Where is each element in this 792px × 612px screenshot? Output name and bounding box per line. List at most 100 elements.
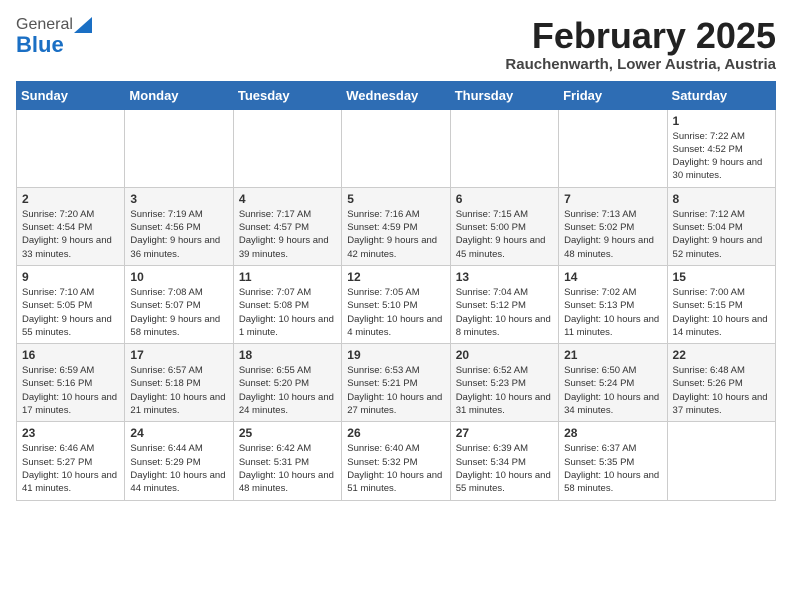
day-number: 8 (673, 192, 770, 206)
day-number: 27 (456, 426, 553, 440)
col-thursday: Thursday (450, 81, 558, 109)
day-info: Sunrise: 6:52 AMSunset: 5:23 PMDaylight:… (456, 364, 553, 417)
calendar-table: Sunday Monday Tuesday Wednesday Thursday… (16, 81, 776, 501)
day-number: 10 (130, 270, 227, 284)
day-number: 23 (22, 426, 119, 440)
logo-blue-text: Blue (16, 32, 64, 58)
table-row: 7 Sunrise: 7:13 AMSunset: 5:02 PMDaylight… (559, 187, 667, 265)
day-number: 20 (456, 348, 553, 362)
table-row: 3 Sunrise: 7:19 AMSunset: 4:56 PMDaylight… (125, 187, 233, 265)
table-row: 2 Sunrise: 7:20 AMSunset: 4:54 PMDaylight… (17, 187, 125, 265)
table-row: 8 Sunrise: 7:12 AMSunset: 5:04 PMDaylight… (667, 187, 775, 265)
logo-icon (74, 17, 92, 33)
day-number: 22 (673, 348, 770, 362)
table-row (342, 109, 450, 187)
day-info: Sunrise: 7:19 AMSunset: 4:56 PMDaylight:… (130, 208, 227, 261)
table-row (233, 109, 341, 187)
day-number: 7 (564, 192, 661, 206)
col-saturday: Saturday (667, 81, 775, 109)
day-number: 24 (130, 426, 227, 440)
day-info: Sunrise: 7:00 AMSunset: 5:15 PMDaylight:… (673, 286, 770, 339)
calendar-week-1: 1Sunrise: 7:22 AMSunset: 4:52 PMDaylight… (17, 109, 776, 187)
day-info: Sunrise: 7:08 AMSunset: 5:07 PMDaylight:… (130, 286, 227, 339)
calendar-week-2: 2 Sunrise: 7:20 AMSunset: 4:54 PMDaylight… (17, 187, 776, 265)
day-number: 4 (239, 192, 336, 206)
day-info: Sunrise: 7:20 AMSunset: 4:54 PMDaylight:… (22, 208, 119, 261)
table-row: 1Sunrise: 7:22 AMSunset: 4:52 PMDaylight… (667, 109, 775, 187)
day-number: 19 (347, 348, 444, 362)
day-info: Sunrise: 6:46 AMSunset: 5:27 PMDaylight:… (22, 442, 119, 495)
table-row: 15 Sunrise: 7:00 AMSunset: 5:15 PMDayligh… (667, 265, 775, 343)
table-row (559, 109, 667, 187)
table-row: 11 Sunrise: 7:07 AMSunset: 5:08 PMDayligh… (233, 265, 341, 343)
table-row: 6Sunrise: 7:15 AMSunset: 5:00 PMDaylight… (450, 187, 558, 265)
location-title: Rauchenwarth, Lower Austria, Austria (505, 56, 776, 73)
day-number: 13 (456, 270, 553, 284)
day-info: Sunrise: 6:53 AMSunset: 5:21 PMDaylight:… (347, 364, 444, 417)
day-number: 14 (564, 270, 661, 284)
table-row (17, 109, 125, 187)
day-number: 26 (347, 426, 444, 440)
day-info: Sunrise: 6:44 AMSunset: 5:29 PMDaylight:… (130, 442, 227, 495)
day-info: Sunrise: 7:10 AMSunset: 5:05 PMDaylight:… (22, 286, 119, 339)
table-row: 12 Sunrise: 7:05 AMSunset: 5:10 PMDayligh… (342, 265, 450, 343)
col-tuesday: Tuesday (233, 81, 341, 109)
col-sunday: Sunday (17, 81, 125, 109)
table-row: 14 Sunrise: 7:02 AMSunset: 5:13 PMDayligh… (559, 265, 667, 343)
table-row: 24 Sunrise: 6:44 AMSunset: 5:29 PMDayligh… (125, 422, 233, 500)
table-row: 10 Sunrise: 7:08 AMSunset: 5:07 PMDayligh… (125, 265, 233, 343)
title-area: February 2025 Rauchenwarth, Lower Austri… (505, 16, 776, 73)
day-number: 11 (239, 270, 336, 284)
day-number: 2 (22, 192, 119, 206)
day-info: Sunrise: 7:12 AMSunset: 5:04 PMDaylight:… (673, 208, 770, 261)
day-number: 3 (130, 192, 227, 206)
calendar-week-3: 9 Sunrise: 7:10 AMSunset: 5:05 PMDaylight… (17, 265, 776, 343)
calendar-week-5: 23 Sunrise: 6:46 AMSunset: 5:27 PMDayligh… (17, 422, 776, 500)
day-info: Sunrise: 7:05 AMSunset: 5:10 PMDaylight:… (347, 286, 444, 339)
day-info: Sunrise: 6:59 AMSunset: 5:16 PMDaylight:… (22, 364, 119, 417)
logo: General Blue (16, 16, 92, 58)
day-info: Sunrise: 6:50 AMSunset: 5:24 PMDaylight:… (564, 364, 661, 417)
table-row: 21 Sunrise: 6:50 AMSunset: 5:24 PMDayligh… (559, 344, 667, 422)
day-number: 1 (673, 114, 770, 128)
day-info: Sunrise: 7:16 AMSunset: 4:59 PMDaylight:… (347, 208, 444, 261)
col-wednesday: Wednesday (342, 81, 450, 109)
table-row (450, 109, 558, 187)
table-row: 25Sunrise: 6:42 AMSunset: 5:31 PMDayligh… (233, 422, 341, 500)
table-row: 13 Sunrise: 7:04 AMSunset: 5:12 PMDayligh… (450, 265, 558, 343)
day-number: 28 (564, 426, 661, 440)
table-row: 20 Sunrise: 6:52 AMSunset: 5:23 PMDayligh… (450, 344, 558, 422)
table-row (667, 422, 775, 500)
day-number: 12 (347, 270, 444, 284)
table-row: 18Sunrise: 6:55 AMSunset: 5:20 PMDayligh… (233, 344, 341, 422)
table-row: 27 Sunrise: 6:39 AMSunset: 5:34 PMDayligh… (450, 422, 558, 500)
table-row (125, 109, 233, 187)
day-info: Sunrise: 7:15 AMSunset: 5:00 PMDaylight:… (456, 208, 553, 261)
day-info: Sunrise: 6:39 AMSunset: 5:34 PMDaylight:… (456, 442, 553, 495)
col-monday: Monday (125, 81, 233, 109)
table-row: 28 Sunrise: 6:37 AMSunset: 5:35 PMDayligh… (559, 422, 667, 500)
day-number: 16 (22, 348, 119, 362)
table-row: 22Sunrise: 6:48 AMSunset: 5:26 PMDayligh… (667, 344, 775, 422)
day-info: Sunrise: 7:04 AMSunset: 5:12 PMDaylight:… (456, 286, 553, 339)
day-number: 5 (347, 192, 444, 206)
day-number: 21 (564, 348, 661, 362)
day-number: 9 (22, 270, 119, 284)
page-header: General Blue February 2025 Rauchenwarth,… (16, 16, 776, 73)
table-row: 19 Sunrise: 6:53 AMSunset: 5:21 PMDayligh… (342, 344, 450, 422)
day-info: Sunrise: 6:37 AMSunset: 5:35 PMDaylight:… (564, 442, 661, 495)
table-row: 5 Sunrise: 7:16 AMSunset: 4:59 PMDaylight… (342, 187, 450, 265)
calendar-week-4: 16 Sunrise: 6:59 AMSunset: 5:16 PMDayligh… (17, 344, 776, 422)
day-info: Sunrise: 7:07 AMSunset: 5:08 PMDaylight:… (239, 286, 336, 339)
month-title: February 2025 (505, 16, 776, 56)
table-row: 16 Sunrise: 6:59 AMSunset: 5:16 PMDayligh… (17, 344, 125, 422)
calendar-header-row: Sunday Monday Tuesday Wednesday Thursday… (17, 81, 776, 109)
day-number: 17 (130, 348, 227, 362)
day-info: Sunrise: 7:17 AMSunset: 4:57 PMDaylight:… (239, 208, 336, 261)
day-info: Sunrise: 6:57 AMSunset: 5:18 PMDaylight:… (130, 364, 227, 417)
day-number: 15 (673, 270, 770, 284)
day-info: Sunrise: 6:55 AMSunset: 5:20 PMDaylight:… (239, 364, 336, 417)
day-info: Sunrise: 7:13 AMSunset: 5:02 PMDaylight:… (564, 208, 661, 261)
day-number: 25 (239, 426, 336, 440)
day-info: Sunrise: 7:02 AMSunset: 5:13 PMDaylight:… (564, 286, 661, 339)
